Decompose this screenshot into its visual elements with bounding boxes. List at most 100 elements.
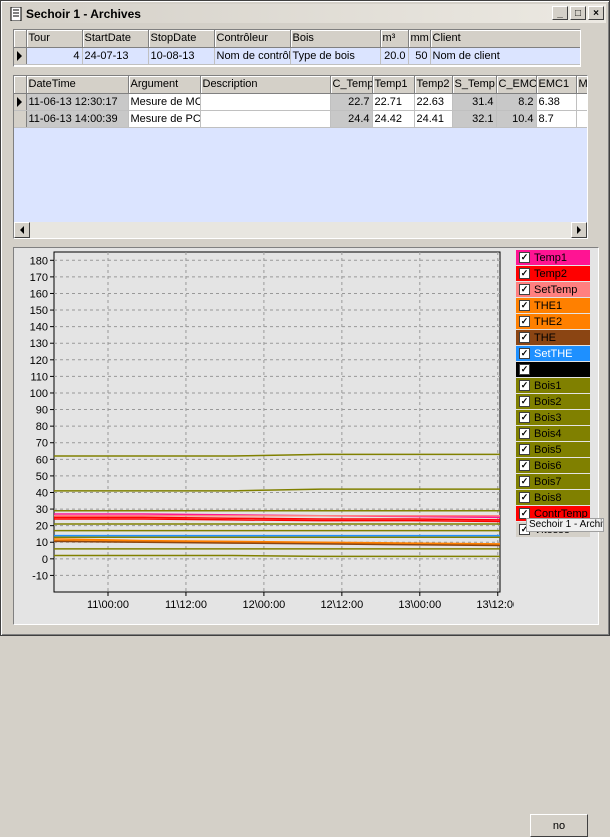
checkbox-checked-icon[interactable]: ✓	[519, 252, 530, 263]
measure-cell[interactable]: 32.1	[452, 110, 497, 128]
checkbox-checked-icon[interactable]: ✓	[519, 460, 530, 471]
measure-cell[interactable]: Mesure de PC	[128, 110, 201, 128]
checkbox-checked-icon[interactable]: ✓	[519, 348, 530, 359]
measure-header-s-temp[interactable]: S_Temp	[452, 76, 497, 94]
measure-cell[interactable]: 6.38	[536, 93, 577, 111]
legend-item[interactable]: ✓ Bois5	[516, 442, 590, 457]
measure-header-mo[interactable]: MO	[576, 76, 587, 94]
table-row[interactable]: 4 24-07-13 10-08-13 Nom de contrôl Type …	[14, 47, 580, 65]
legend-item[interactable]: ✓ Temp1	[516, 250, 590, 265]
checkbox-checked-icon[interactable]: ✓	[519, 364, 530, 375]
measure-cell[interactable]: 8.7	[536, 110, 577, 128]
measure-grid[interactable]: DateTime Argument Description C_Temp Tem…	[13, 75, 588, 239]
legend-item[interactable]: ✓ THE2	[516, 314, 590, 329]
legend-item[interactable]: ✓ Bois8	[516, 490, 590, 505]
checkbox-checked-icon[interactable]: ✓	[519, 492, 530, 503]
measure-cell[interactable]: 24.41	[414, 110, 453, 128]
tour-header-startdate[interactable]: StartDate	[82, 30, 149, 48]
scroll-right-button[interactable]	[571, 222, 587, 238]
checkbox-checked-icon[interactable]: ✓	[519, 300, 530, 311]
measure-cell[interactable]: 10.4	[496, 110, 537, 128]
tour-grid[interactable]: Tour StartDate StopDate Contrôleur Bois …	[13, 29, 581, 67]
tour-cell[interactable]: 20.0	[380, 47, 409, 65]
tour-cell[interactable]: 4	[26, 47, 83, 65]
legend-item[interactable]: ✓ Bois7	[516, 474, 590, 489]
y-tick-label: -10	[32, 570, 48, 582]
scroll-left-button[interactable]	[14, 222, 30, 238]
x-tick-label: 11\12:00	[165, 599, 207, 611]
tour-cell[interactable]: Nom de contrôl	[214, 47, 291, 65]
table-row[interactable]: 11-06-13 14:00:39 Mesure de PC 24.4 24.4…	[14, 110, 587, 128]
measure-cell[interactable]: 11-06-13 12:30:17	[26, 93, 129, 111]
checkbox-checked-icon[interactable]: ✓	[519, 380, 530, 391]
measure-cell[interactable]: 24.42	[372, 110, 415, 128]
tour-header-m3[interactable]: m³	[380, 30, 409, 48]
tour-cell[interactable]: Nom de client	[430, 47, 580, 65]
measure-cell[interactable]: 31.4	[452, 93, 497, 111]
measure-header-c-emc[interactable]: C_EMC	[496, 76, 537, 94]
measure-cell[interactable]: 22.63	[414, 93, 453, 111]
measure-header-argument[interactable]: Argument	[128, 76, 201, 94]
measure-cell[interactable]: 8.2	[496, 93, 537, 111]
table-row[interactable]: 11-06-13 12:30:17 Mesure de MC 22.7 22.7…	[14, 93, 587, 111]
measure-header-emc1[interactable]: EMC1	[536, 76, 577, 94]
measure-cell[interactable]: 22.7	[330, 93, 373, 111]
tour-cell[interactable]: 50	[408, 47, 431, 65]
checkbox-checked-icon[interactable]: ✓	[519, 476, 530, 487]
tour-cell[interactable]: 24-07-13	[82, 47, 149, 65]
legend-item[interactable]: ✓ Bois2	[516, 394, 590, 409]
legend-item[interactable]: ✓ THE1	[516, 298, 590, 313]
title-bar[interactable]: Sechoir 1 - Archives _ □ ×	[4, 4, 606, 23]
measure-header-temp2[interactable]: Temp2	[414, 76, 453, 94]
maximize-button[interactable]: □	[570, 6, 586, 20]
checkbox-checked-icon[interactable]: ✓	[519, 412, 530, 423]
checkbox-checked-icon[interactable]: ✓	[519, 316, 530, 327]
measure-header-description[interactable]: Description	[200, 76, 331, 94]
measure-header-temp1[interactable]: Temp1	[372, 76, 415, 94]
checkbox-checked-icon[interactable]: ✓	[519, 444, 530, 455]
x-tick-label: 13\00:00	[398, 599, 441, 611]
tour-cell[interactable]: 10-08-13	[148, 47, 215, 65]
legend-item[interactable]: ✓ Temp2	[516, 266, 590, 281]
measure-cell[interactable]: 11-06-13 14:00:39	[26, 110, 129, 128]
measure-cell[interactable]: 24.4	[330, 110, 373, 128]
legend-label: Bois3	[534, 411, 562, 424]
measure-cell[interactable]	[200, 93, 331, 111]
checkbox-checked-icon[interactable]: ✓	[519, 268, 530, 279]
no-button[interactable]: no	[530, 814, 588, 837]
tour-header-stopdate[interactable]: StopDate	[148, 30, 215, 48]
legend-item[interactable]: ✓ SetTHE	[516, 346, 590, 361]
close-button[interactable]: ×	[588, 6, 604, 20]
measure-cell[interactable]	[576, 110, 587, 128]
measure-cell[interactable]	[200, 110, 331, 128]
minimize-button[interactable]: _	[552, 6, 568, 20]
legend-item[interactable]: ✓ SetTemp	[516, 282, 590, 297]
checkbox-checked-icon[interactable]: ✓	[519, 332, 530, 343]
legend-item[interactable]: ✓	[516, 362, 590, 377]
measure-cell[interactable]: Mesure de MC	[128, 93, 201, 111]
checkbox-checked-icon[interactable]: ✓	[519, 428, 530, 439]
legend-item[interactable]: ✓ Bois1	[516, 378, 590, 393]
scroll-track[interactable]	[30, 222, 571, 238]
checkbox-checked-icon[interactable]: ✓	[519, 396, 530, 407]
tour-header-controleur[interactable]: Contrôleur	[214, 30, 291, 48]
legend-item[interactable]: ✓ Bois4	[516, 426, 590, 441]
x-tick-label: 11\00:00	[87, 599, 129, 611]
legend-label: Bois4	[534, 427, 562, 440]
tour-header-client[interactable]: Client	[430, 30, 580, 48]
legend-item[interactable]: ✓ Bois6	[516, 458, 590, 473]
measure-header-datetime[interactable]: DateTime	[26, 76, 129, 94]
tour-header-tour[interactable]: Tour	[26, 30, 83, 48]
legend-item[interactable]: ✓ THE	[516, 330, 590, 345]
tour-header-bois[interactable]: Bois	[290, 30, 381, 48]
tour-cell[interactable]: Type de bois	[290, 47, 381, 65]
legend-label: Bois8	[534, 491, 562, 504]
measure-cell[interactable]	[576, 93, 587, 111]
legend-label: Temp2	[534, 267, 568, 280]
legend-item[interactable]: ✓ Bois3	[516, 410, 590, 425]
tour-header-mm[interactable]: mm	[408, 30, 431, 48]
checkbox-checked-icon[interactable]: ✓	[519, 284, 530, 295]
measure-cell[interactable]: 22.71	[372, 93, 415, 111]
measure-header-c-temp[interactable]: C_Temp	[330, 76, 373, 94]
horizontal-scrollbar[interactable]	[14, 222, 587, 238]
